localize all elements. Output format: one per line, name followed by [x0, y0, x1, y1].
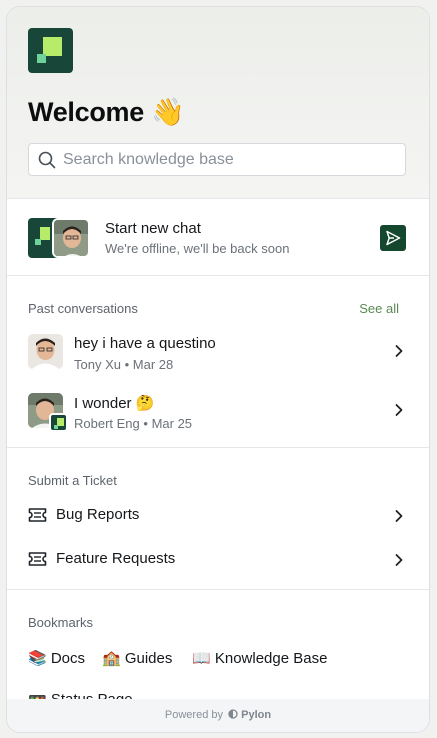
- chevron-right-icon: [395, 554, 403, 566]
- past-conversations: Past conversations See all hey i have a …: [7, 277, 429, 448]
- brand-logo: [28, 28, 73, 73]
- conversation-item[interactable]: I wonder 🤔 Robert Eng • Mar 25: [7, 393, 429, 441]
- avatar: [28, 334, 63, 369]
- bookmarks-section: Bookmarks 📚 Docs 🏫 Guides 📖 Knowledge Ba…: [7, 591, 429, 708]
- conversation-author: Tony Xu: [74, 357, 121, 372]
- bookmark-knowledge-base[interactable]: 📖 Knowledge Base: [192, 649, 327, 667]
- pylon-logo-icon: [228, 709, 238, 719]
- chevron-right-icon: [395, 510, 403, 522]
- start-chat-button[interactable]: [380, 225, 406, 251]
- brand-badge: [49, 413, 68, 432]
- ticket-icon: [28, 508, 47, 522]
- pylon-brand: Pylon: [241, 709, 272, 721]
- start-chat-title: Start new chat: [105, 220, 201, 237]
- ticket-label: Bug Reports: [56, 506, 140, 523]
- search-icon: [38, 151, 56, 169]
- bookmark-guides[interactable]: 🏫 Guides: [102, 649, 172, 667]
- bookmarks-label: Bookmarks: [28, 615, 94, 630]
- separator-dot: •: [143, 416, 152, 431]
- separator-dot: •: [124, 357, 133, 372]
- conversation-item[interactable]: hey i have a questino Tony Xu • Mar 28: [7, 334, 429, 382]
- chevron-right-icon: [395, 345, 403, 357]
- conversation-meta: Robert Eng • Mar 25: [74, 416, 192, 431]
- conversation-author: Robert Eng: [74, 416, 140, 431]
- powered-by-footer[interactable]: Powered by Pylon: [7, 699, 429, 732]
- conversation-preview: I wonder 🤔: [74, 395, 155, 412]
- ticket-item-bug-reports[interactable]: Bug Reports: [7, 504, 429, 528]
- ticket-label: Feature Requests: [56, 550, 176, 567]
- welcome-title: Welcome 👋: [28, 97, 185, 127]
- conversation-meta: Tony Xu • Mar 28: [74, 357, 173, 372]
- support-widget: Welcome 👋 Search knowledge base Start ne…: [6, 6, 430, 733]
- bookmark-docs[interactable]: 📚 Docs: [28, 649, 85, 667]
- submit-ticket-section: Submit a Ticket Bug Reports Feature Requ…: [7, 449, 429, 590]
- offline-status: We're offline, we'll be back soon: [105, 241, 290, 256]
- ticket-icon: [28, 552, 47, 566]
- conversation-date: Mar 28: [132, 357, 174, 372]
- start-new-chat[interactable]: Start new chat We're offline, we'll be b…: [7, 200, 429, 276]
- submit-ticket-label: Submit a Ticket: [28, 473, 117, 488]
- team-avatars: [28, 218, 94, 258]
- search-box[interactable]: [28, 143, 406, 176]
- conversation-preview: hey i have a questino: [74, 335, 216, 352]
- chevron-right-icon: [395, 404, 403, 416]
- powered-by-text: Powered by: [164, 709, 223, 721]
- agent-avatar: [52, 218, 90, 258]
- conversation-date: Mar 25: [151, 416, 193, 431]
- send-icon: [386, 230, 401, 246]
- ticket-item-feature-requests[interactable]: Feature Requests: [7, 548, 429, 572]
- search-input[interactable]: [63, 144, 393, 175]
- past-conversations-label: Past conversations: [28, 301, 138, 316]
- see-all-link[interactable]: See all: [359, 301, 399, 316]
- widget-header: Welcome 👋: [7, 7, 429, 199]
